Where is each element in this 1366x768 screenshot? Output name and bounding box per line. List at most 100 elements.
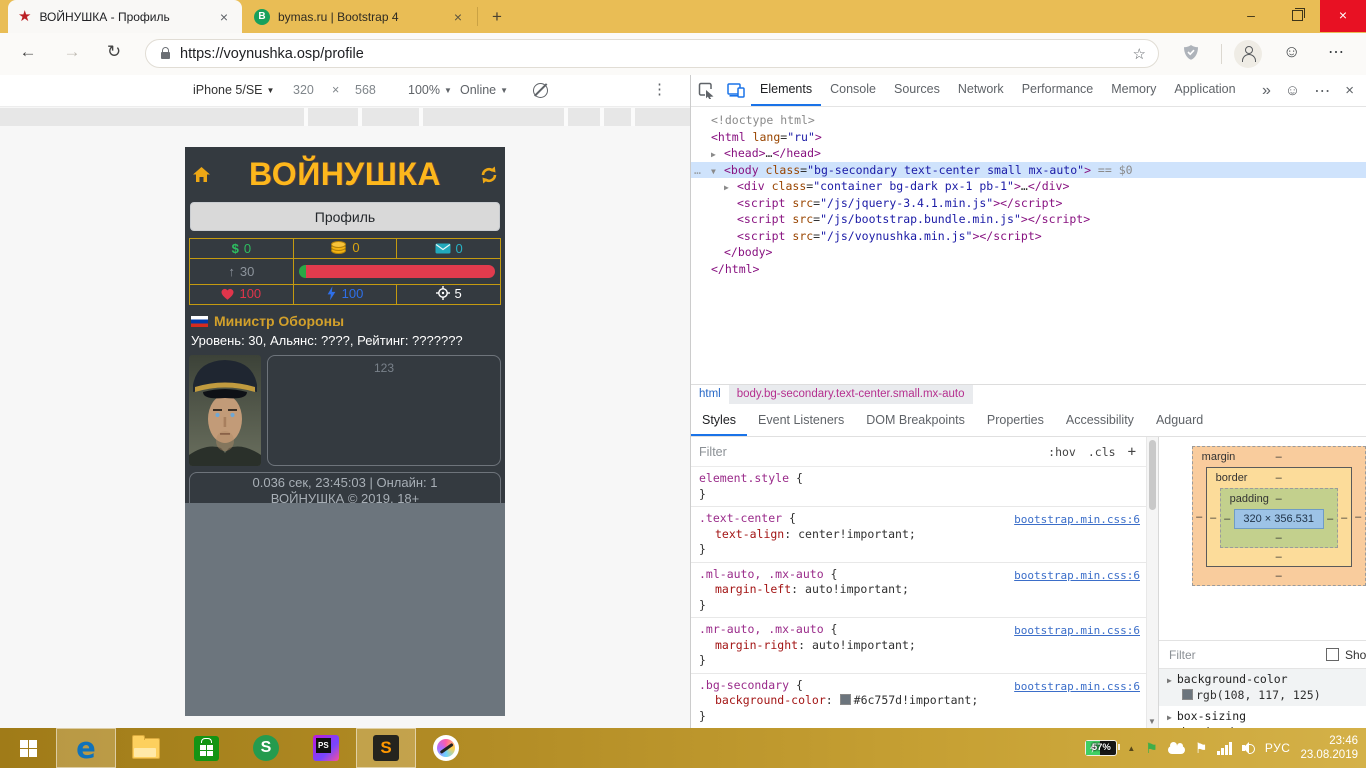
tab-close-icon[interactable]: ×	[450, 9, 466, 25]
scroll-down-icon[interactable]: ▼	[1148, 717, 1156, 726]
margin-left-value[interactable]: –	[1193, 511, 1206, 523]
url-text[interactable]: https://voynushka.osp/profile	[180, 46, 1133, 62]
css-rule[interactable]: bootstrap.min.css:6.text-center {text-al…	[691, 507, 1146, 563]
forward-button[interactable]: →	[60, 42, 84, 62]
styles-sidebar-tab[interactable]: Adguard	[1145, 405, 1214, 436]
border-bottom-value[interactable]: –	[1207, 548, 1351, 566]
computed-filter-input[interactable]	[1167, 647, 1326, 663]
refresh-icon[interactable]	[477, 166, 501, 184]
devtools-tab[interactable]: Memory	[1102, 75, 1165, 106]
onedrive-cloud-icon[interactable]	[1168, 746, 1185, 754]
device-select[interactable]: iPhone 5/SE▼	[193, 83, 274, 97]
media-query-segment[interactable]	[362, 108, 419, 126]
padding-top-value[interactable]: –	[1276, 489, 1282, 509]
padding-left-value[interactable]: –	[1221, 513, 1234, 525]
scrollbar-thumb[interactable]	[1149, 440, 1156, 510]
dom-node[interactable]: </body>	[691, 244, 1366, 261]
media-query-segment[interactable]	[308, 108, 358, 126]
adblock-shield-icon[interactable]	[1182, 44, 1200, 67]
taskbar-explorer-button[interactable]	[116, 728, 176, 768]
color-swatch[interactable]	[840, 694, 851, 705]
margin-bottom-value[interactable]: –	[1193, 567, 1365, 585]
taskbar-skype-button[interactable]: S	[236, 728, 296, 768]
volume-icon[interactable]	[1242, 742, 1255, 754]
stylesheet-link[interactable]: bootstrap.min.css:6	[1014, 679, 1140, 695]
border-left-value[interactable]: –	[1207, 512, 1220, 524]
media-query-segment[interactable]	[635, 108, 690, 126]
breadcrumb-body[interactable]: body.bg-secondary.text-center.small.mx-a…	[729, 385, 973, 404]
stylesheet-link[interactable]: bootstrap.min.css:6	[1014, 568, 1140, 584]
network-throttle-select[interactable]: Online▼	[460, 83, 508, 97]
dom-node[interactable]: <script src="/js/voynushka.min.js"></scr…	[691, 228, 1366, 245]
class-toggle[interactable]: .cls	[1088, 445, 1116, 459]
css-rule[interactable]: bootstrap.min.css:6.bg-secondary {backgr…	[691, 674, 1146, 730]
devtools-tab[interactable]: Network	[949, 75, 1013, 106]
tab-bymas[interactable]: B bymas.ru | Bootstrap 4 ×	[244, 0, 476, 33]
media-query-segment[interactable]	[568, 108, 600, 126]
clock[interactable]: 23:46 23.08.2019	[1300, 734, 1358, 762]
box-model-content[interactable]: 320 × 356.531	[1234, 509, 1324, 529]
taskbar-store-button[interactable]	[176, 728, 236, 768]
taskbar-edge-button[interactable]: e	[56, 728, 116, 768]
back-button[interactable]: ←	[16, 42, 40, 62]
expand-arrow-icon[interactable]: ▶	[1167, 713, 1172, 722]
hidden-icons-chevron[interactable]: ▲	[1127, 744, 1135, 753]
dom-node[interactable]: </html>	[691, 261, 1366, 278]
home-icon[interactable]	[189, 166, 213, 183]
devtools-tab[interactable]: Elements	[751, 75, 821, 106]
dom-node[interactable]: <script src="/js/bootstrap.bundle.min.js…	[691, 211, 1366, 228]
devtools-tab[interactable]: Console	[821, 75, 885, 106]
media-query-segment[interactable]	[604, 108, 631, 126]
devtools-tab[interactable]: Sources	[885, 75, 949, 106]
action-center-flag-icon[interactable]: ⚑	[1195, 741, 1208, 755]
styles-sidebar-tab[interactable]: Event Listeners	[747, 405, 855, 436]
network-signal-icon[interactable]	[1217, 742, 1232, 755]
dom-node[interactable]: ▶<div class="container bg-dark px-1 pb-1…	[691, 178, 1366, 195]
expand-arrow-icon[interactable]: ▶	[1167, 676, 1172, 685]
styles-sidebar-tab[interactable]: Accessibility	[1055, 405, 1145, 436]
new-rule-button[interactable]: +	[1128, 444, 1136, 460]
more-tabs-icon[interactable]: »	[1262, 82, 1271, 100]
padding-right-value[interactable]: –	[1324, 513, 1337, 525]
viewport-height-field[interactable]: 568	[355, 83, 376, 97]
browser-menu-icon[interactable]: ⋯	[1328, 42, 1345, 62]
device-toolbar-toggle-icon[interactable]	[721, 83, 751, 98]
breadcrumb-html[interactable]: html	[691, 385, 729, 404]
stylesheet-link[interactable]: bootstrap.min.css:6	[1014, 512, 1140, 528]
zoom-select[interactable]: 100%▼	[408, 83, 452, 97]
styles-filter-input[interactable]	[691, 444, 1048, 460]
media-query-segment[interactable]	[423, 108, 564, 126]
css-property[interactable]: text-align: center!important;	[699, 527, 1138, 543]
css-rule[interactable]: element.style {}	[691, 467, 1146, 507]
media-query-segment[interactable]	[0, 108, 304, 126]
border-right-value[interactable]: –	[1338, 512, 1351, 524]
taskbar-krita-button[interactable]	[416, 728, 476, 768]
dom-node[interactable]: <script src="/js/jquery-3.4.1.min.js"></…	[691, 195, 1366, 212]
dom-node[interactable]: <html lang="ru">	[691, 129, 1366, 146]
computed-property-row[interactable]: ▶background-colorrgb(108, 117, 125)	[1159, 669, 1366, 706]
bookmark-star-icon[interactable]: ☆	[1133, 45, 1146, 63]
css-property[interactable]: margin-right: auto!important;	[699, 638, 1138, 654]
styles-sidebar-tab[interactable]: Styles	[691, 405, 747, 436]
padding-bottom-value[interactable]: –	[1221, 529, 1337, 547]
taskbar-phpstorm-button[interactable]: PS	[296, 728, 356, 768]
rotate-viewport-icon[interactable]	[533, 83, 548, 98]
styles-sidebar-tab[interactable]: DOM Breakpoints	[855, 405, 976, 436]
margin-top-value[interactable]: –	[1276, 447, 1282, 467]
device-toolbar-menu-icon[interactable]: ⋮	[652, 80, 667, 98]
viewport-width-field[interactable]: 320	[293, 83, 314, 97]
border-top-value[interactable]: –	[1276, 468, 1282, 488]
devtools-close-icon[interactable]: ×	[1345, 82, 1354, 99]
feedback-smiley-icon[interactable]: ☺	[1283, 42, 1300, 62]
css-property[interactable]: background-color: #6c757d!important;	[699, 693, 1138, 709]
new-tab-button[interactable]: +	[484, 4, 510, 30]
devtools-tab[interactable]: Application	[1165, 75, 1244, 106]
reload-button[interactable]: ↻	[102, 42, 126, 62]
address-bar[interactable]: https://voynushka.osp/profile ☆	[145, 39, 1159, 68]
hover-state-toggle[interactable]: :hov	[1048, 445, 1076, 459]
devtools-tab[interactable]: Performance	[1013, 75, 1103, 106]
show-all-checkbox[interactable]	[1326, 648, 1339, 661]
language-indicator[interactable]: РУС	[1265, 741, 1291, 755]
styles-scrollbar[interactable]: ▼	[1146, 437, 1158, 728]
stylesheet-link[interactable]: bootstrap.min.css:6	[1014, 623, 1140, 639]
